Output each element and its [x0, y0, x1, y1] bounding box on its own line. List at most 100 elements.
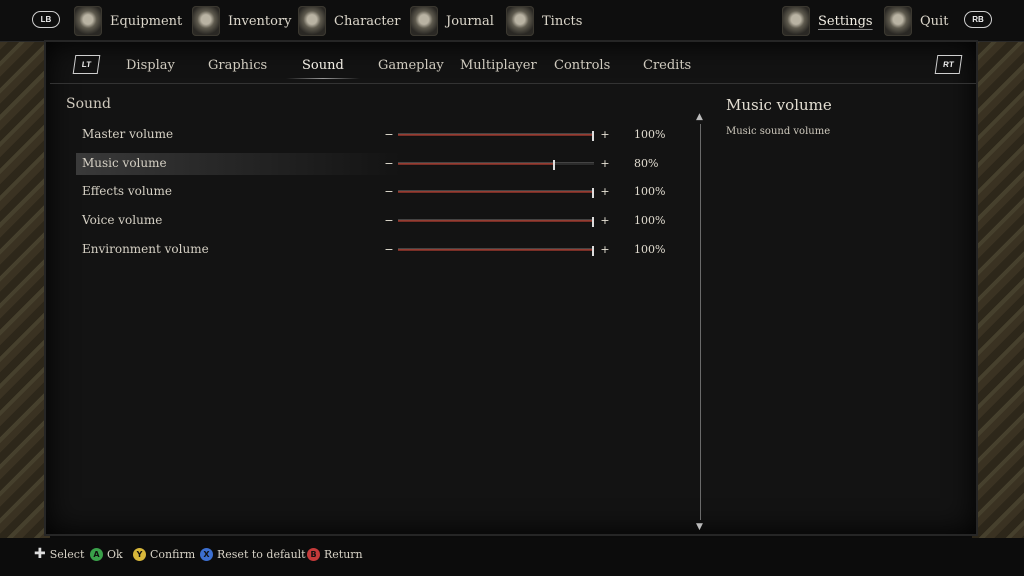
nav-label: Quit — [920, 13, 949, 29]
tab-sound[interactable]: Sound — [286, 58, 360, 79]
slider-fill — [398, 134, 594, 136]
hint-ok[interactable]: A Ok — [90, 548, 123, 561]
slider-track[interactable] — [398, 188, 594, 198]
setting-label: Master volume — [82, 127, 174, 141]
slider-track[interactable] — [398, 160, 594, 170]
stone-wall-left — [0, 40, 50, 538]
decrease-icon[interactable]: − — [382, 157, 396, 171]
character-icon — [298, 6, 326, 36]
slider-fill — [398, 163, 555, 165]
hint-label: Select — [49, 548, 85, 561]
nav-label: Tincts — [542, 13, 583, 29]
settings-subtabs: LT Display Graphics Sound Gameplay Multi… — [50, 48, 976, 84]
slider-track[interactable] — [398, 246, 594, 256]
slider-handle[interactable] — [552, 160, 555, 170]
equipment-icon — [74, 6, 102, 36]
a-button-icon: A — [90, 548, 103, 561]
nav-label: Inventory — [228, 13, 292, 29]
nav-label: Settings — [818, 13, 873, 29]
volume-value: 100% — [634, 214, 666, 227]
hint-confirm[interactable]: Y Confirm — [133, 548, 195, 561]
setting-label: Voice volume — [82, 213, 163, 227]
hint-label: Reset to default — [217, 548, 306, 561]
y-button-icon: Y — [133, 548, 146, 561]
nav-settings[interactable]: Settings — [782, 4, 873, 38]
scroll-track — [700, 124, 701, 520]
tincts-icon — [506, 6, 534, 36]
hint-select[interactable]: ✚ Select — [34, 546, 85, 562]
volume-slider[interactable]: − + — [382, 243, 612, 257]
scrollbar[interactable]: ▲ ▼ — [696, 112, 704, 532]
nav-label: Character — [334, 13, 401, 29]
hint-label: Return — [324, 548, 363, 561]
section-title: Sound — [66, 96, 112, 112]
increase-icon[interactable]: + — [598, 243, 612, 257]
tab-graphics[interactable]: Graphics — [208, 58, 267, 73]
slider-track[interactable] — [398, 131, 594, 141]
nav-quit[interactable]: Quit — [884, 4, 948, 38]
x-button-icon: X — [200, 548, 213, 561]
b-button-icon: B — [307, 548, 320, 561]
hint-reset[interactable]: X Reset to default — [200, 548, 306, 561]
setting-label: Effects volume — [82, 184, 172, 198]
journal-icon — [410, 6, 438, 36]
hint-label: Confirm — [150, 548, 196, 561]
decrease-icon[interactable]: − — [382, 214, 396, 228]
tab-controls[interactable]: Controls — [554, 58, 610, 73]
top-nav: LB Equipment Inventory Character Journal… — [0, 0, 1024, 42]
rb-button-icon[interactable]: RB — [964, 11, 992, 28]
slider-handle[interactable] — [592, 217, 594, 227]
scroll-up-icon[interactable]: ▲ — [696, 112, 703, 122]
volume-value: 100% — [634, 185, 666, 198]
slider-handle[interactable] — [592, 131, 594, 141]
slider-track[interactable] — [398, 217, 594, 227]
setting-row[interactable]: Voice volume − + 100% — [76, 210, 666, 232]
volume-slider[interactable]: − + — [382, 214, 612, 228]
nav-equipment[interactable]: Equipment — [74, 4, 182, 38]
setting-row[interactable]: Master volume − + 100% — [76, 124, 666, 146]
stone-wall-right — [972, 40, 1024, 538]
settings-panel: LT Display Graphics Sound Gameplay Multi… — [44, 40, 978, 536]
nav-tincts[interactable]: Tincts — [506, 4, 582, 38]
volume-slider[interactable]: − + — [382, 128, 612, 142]
settings-icon — [782, 6, 810, 36]
slider-fill — [398, 191, 594, 193]
volume-value: 80% — [634, 157, 659, 170]
description-text: Music sound volume — [726, 126, 831, 137]
slider-fill — [398, 249, 594, 251]
scroll-down-icon[interactable]: ▼ — [696, 522, 703, 532]
increase-icon[interactable]: + — [598, 185, 612, 199]
slider-fill — [398, 220, 594, 222]
tab-gameplay[interactable]: Gameplay — [378, 58, 444, 73]
volume-slider[interactable]: − + — [382, 185, 612, 199]
rt-button-icon[interactable]: RT — [934, 55, 963, 74]
nav-label: Journal — [446, 13, 494, 29]
volume-slider[interactable]: − + — [382, 157, 612, 171]
decrease-icon[interactable]: − — [382, 128, 396, 142]
lt-button-icon[interactable]: LT — [72, 55, 101, 74]
nav-inventory[interactable]: Inventory — [192, 4, 292, 38]
hint-return[interactable]: B Return — [307, 548, 363, 561]
setting-row[interactable]: Music volume − + 80% — [76, 153, 666, 175]
decrease-icon[interactable]: − — [382, 185, 396, 199]
setting-label: Environment volume — [82, 242, 209, 256]
tab-multiplayer[interactable]: Multiplayer — [460, 58, 537, 73]
lb-button-icon[interactable]: LB — [32, 11, 60, 28]
tab-credits[interactable]: Credits — [643, 58, 691, 73]
slider-handle[interactable] — [592, 246, 594, 256]
slider-handle[interactable] — [592, 188, 594, 198]
tab-display[interactable]: Display — [126, 58, 175, 73]
button-hints-bar: ✚ Select A Ok Y Confirm X Reset to defau… — [0, 538, 1024, 576]
nav-label: Equipment — [110, 13, 183, 29]
description-title: Music volume — [726, 96, 832, 114]
dpad-icon: ✚ — [34, 546, 46, 562]
setting-row[interactable]: Environment volume − + 100% — [76, 239, 666, 261]
increase-icon[interactable]: + — [598, 128, 612, 142]
increase-icon[interactable]: + — [598, 214, 612, 228]
nav-journal[interactable]: Journal — [410, 4, 494, 38]
setting-row[interactable]: Effects volume − + 100% — [76, 181, 666, 203]
nav-character[interactable]: Character — [298, 4, 400, 38]
increase-icon[interactable]: + — [598, 157, 612, 171]
quit-icon — [884, 6, 912, 36]
decrease-icon[interactable]: − — [382, 243, 396, 257]
